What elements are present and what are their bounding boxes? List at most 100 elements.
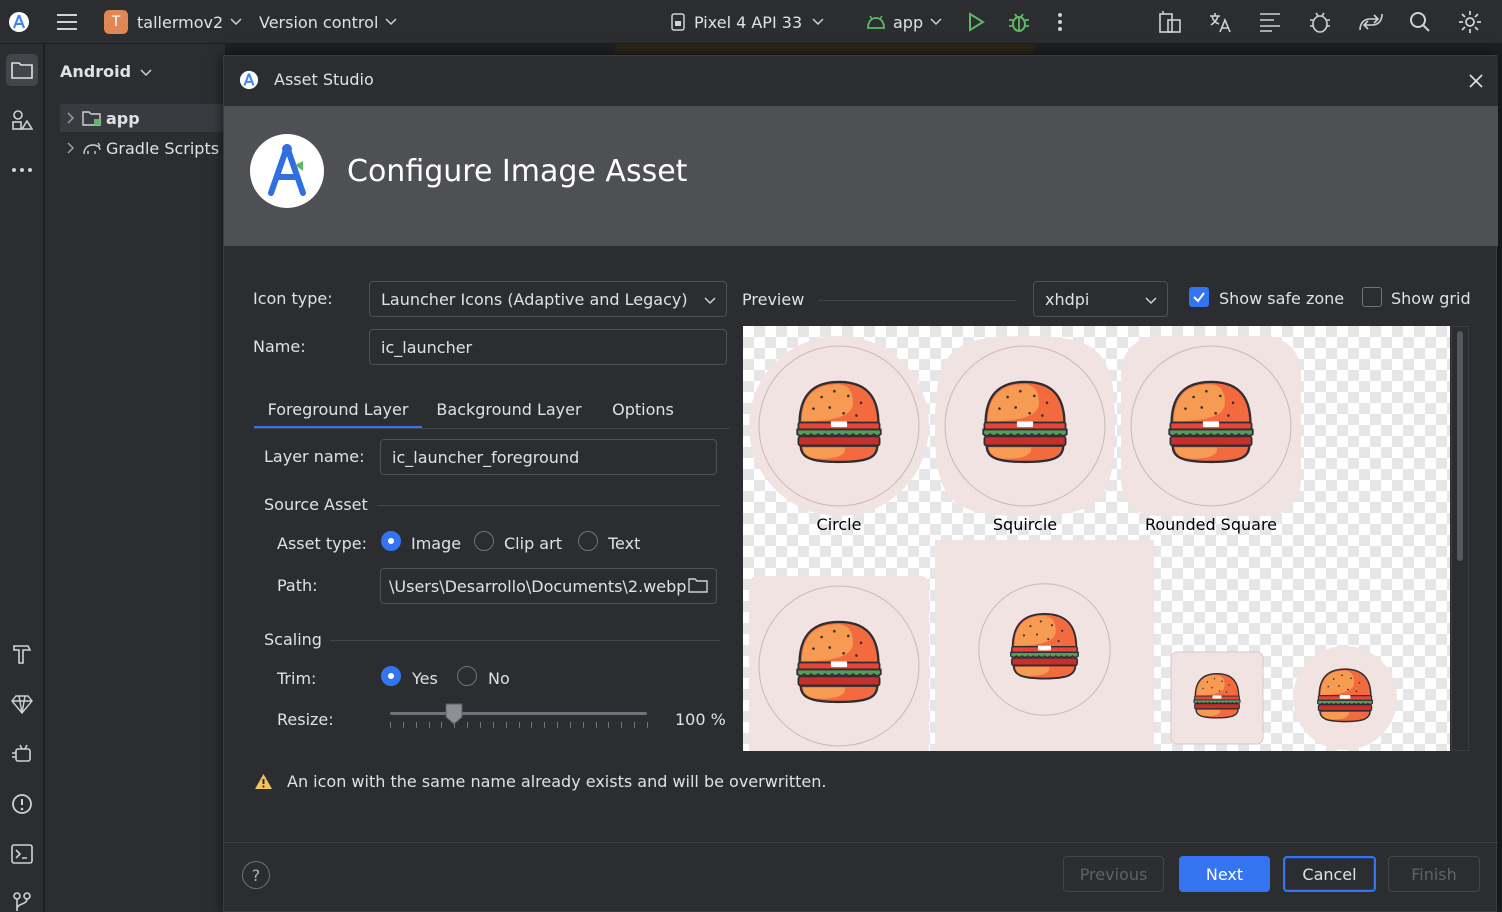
- previous-label: Previous: [1079, 864, 1148, 884]
- tool-window-strip: [0, 44, 44, 912]
- header-title: Configure Image Asset: [347, 154, 688, 189]
- sdk-manager-icon[interactable]: [1158, 0, 1184, 44]
- debug-icon[interactable]: [1008, 0, 1030, 44]
- scaling-heading: Scaling: [264, 630, 322, 649]
- path-input[interactable]: \Users\Desarrollo\Documents\2.webp: [380, 568, 717, 604]
- terminal-icon[interactable]: [6, 838, 38, 870]
- project-view-label: Android: [60, 62, 132, 81]
- show-safe-zone-label: Show safe zone: [1219, 289, 1345, 308]
- project-selector[interactable]: T tallermov2: [104, 0, 242, 44]
- next-button[interactable]: Next: [1179, 856, 1270, 892]
- help-button[interactable]: ?: [242, 861, 270, 889]
- scrollbar-thumb[interactable]: [1457, 331, 1463, 561]
- burger-square-preview: [749, 576, 929, 751]
- burger-legacy-round-preview: [1293, 646, 1397, 750]
- next-label: Next: [1205, 864, 1244, 884]
- git-branch-icon[interactable]: [6, 886, 38, 912]
- cancel-button[interactable]: Cancel: [1283, 856, 1376, 892]
- chevron-down-icon: [812, 18, 824, 26]
- more-actions-icon[interactable]: [1056, 0, 1064, 44]
- slider-tick: [390, 722, 391, 728]
- trim-yes-radio[interactable]: [381, 666, 401, 686]
- name-value: ic_launcher: [381, 337, 473, 357]
- tree-item-gradle-scripts[interactable]: Gradle Scripts: [60, 134, 230, 162]
- previous-button[interactable]: Previous: [1063, 856, 1164, 892]
- chevron-down-icon: [930, 18, 942, 26]
- preview-canvas: Circle Squircle Rounded Square: [743, 326, 1450, 751]
- browse-folder-icon[interactable]: [688, 576, 708, 598]
- slider-tick: [506, 722, 507, 728]
- slider-tick: [570, 722, 571, 728]
- slider-tick: [429, 722, 430, 728]
- slider-tick: [416, 722, 417, 728]
- asset-type-clipart-radio[interactable]: [474, 531, 494, 551]
- translate-icon[interactable]: [1208, 0, 1234, 44]
- run-config-selector[interactable]: app: [866, 0, 942, 44]
- burger-rounded-square-preview: [1121, 336, 1301, 516]
- preview-caption-rounded-square: Rounded Square: [1144, 515, 1278, 534]
- settings-gear-icon[interactable]: [1458, 0, 1482, 44]
- show-safe-zone-checkbox[interactable]: [1189, 287, 1209, 307]
- close-icon[interactable]: [1464, 69, 1488, 93]
- asset-type-option-label: Text: [608, 534, 641, 553]
- tab-label: Options: [612, 399, 674, 419]
- slider-tick: [480, 722, 481, 728]
- section-divider: [377, 505, 720, 506]
- trim-label: Trim:: [277, 669, 317, 688]
- resize-label: Resize:: [277, 710, 334, 729]
- name-input[interactable]: ic_launcher: [369, 329, 727, 365]
- icon-type-select[interactable]: Launcher Icons (Adaptive and Legacy): [369, 281, 727, 317]
- tree-item-app[interactable]: app: [60, 104, 230, 132]
- sync-icon[interactable]: [1357, 0, 1385, 44]
- finish-button[interactable]: Finish: [1388, 856, 1480, 892]
- chevron-right-icon: [60, 112, 82, 124]
- search-icon[interactable]: [1409, 0, 1431, 44]
- asset-type-option-label: Image: [411, 534, 462, 553]
- tab-foreground-layer[interactable]: Foreground Layer: [254, 389, 422, 429]
- project-folder-icon[interactable]: [6, 54, 38, 86]
- run-config-label: app: [893, 12, 924, 32]
- more-tools-icon[interactable]: [6, 154, 38, 186]
- slider-tick: [634, 722, 635, 728]
- chevron-down-icon: [704, 290, 716, 309]
- preview-caption-squircle: Squircle: [992, 515, 1058, 534]
- device-manager-icon[interactable]: [1308, 0, 1334, 44]
- chevron-right-icon: [60, 142, 82, 154]
- preview-scrollbar[interactable]: [1451, 326, 1469, 751]
- tab-background-layer[interactable]: Background Layer: [434, 389, 584, 429]
- device-selector[interactable]: Pixel 4 API 33: [670, 0, 824, 44]
- show-grid-checkbox[interactable]: [1362, 287, 1382, 307]
- asset-studio-logo-icon: [250, 134, 324, 208]
- footer-divider: [224, 842, 1498, 843]
- resource-manager-icon[interactable]: [6, 104, 38, 136]
- main-menu-icon[interactable]: [56, 0, 78, 44]
- android-studio-logo-icon[interactable]: [8, 0, 30, 44]
- tab-options[interactable]: Options: [604, 389, 682, 429]
- trim-no-radio[interactable]: [457, 666, 477, 686]
- show-grid-label: Show grid: [1391, 289, 1471, 308]
- build-hammer-icon[interactable]: [6, 638, 38, 670]
- tree-item-label: app: [106, 108, 140, 128]
- path-value: \Users\Desarrollo\Documents\2.webp: [389, 576, 687, 596]
- logcat-icon[interactable]: [1258, 0, 1282, 44]
- problems-icon[interactable]: [6, 788, 38, 820]
- asset-type-text-radio[interactable]: [578, 531, 598, 551]
- app-inspection-icon[interactable]: [6, 738, 38, 770]
- layer-name-input[interactable]: ic_launcher_foreground: [380, 439, 717, 475]
- gem-icon[interactable]: [6, 688, 38, 720]
- preview-caption-circle: Circle: [816, 515, 862, 534]
- tab-separator: [254, 428, 730, 429]
- slider-tick: [583, 722, 584, 728]
- asset-type-image-radio[interactable]: [381, 531, 401, 551]
- run-icon[interactable]: [966, 0, 986, 44]
- tree-item-label: Gradle Scripts: [106, 138, 220, 158]
- layer-name-value: ic_launcher_foreground: [392, 447, 580, 467]
- asset-type-option-label: Clip art: [504, 534, 562, 553]
- vcs-menu[interactable]: Version control: [259, 0, 397, 44]
- density-select[interactable]: xhdpi: [1033, 281, 1168, 317]
- slider-tick: [596, 722, 597, 728]
- name-label: Name:: [253, 337, 306, 356]
- burger-circle-preview: [749, 336, 929, 516]
- resize-slider-track[interactable]: [390, 712, 647, 715]
- project-view-selector[interactable]: Android: [60, 62, 152, 81]
